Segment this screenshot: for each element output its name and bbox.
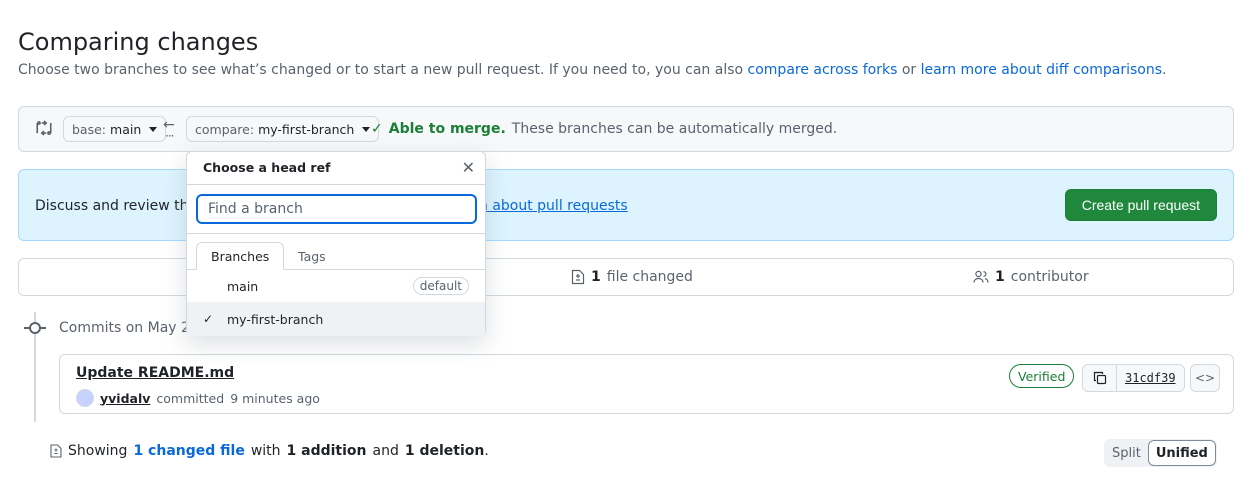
git-compare-icon xyxy=(36,120,52,136)
additions-count: 1 addition xyxy=(286,443,367,459)
caret-down-icon xyxy=(149,126,158,132)
changed-files-link[interactable]: 1 changed file xyxy=(133,443,244,459)
avatar[interactable] xyxy=(76,389,94,407)
diff-summary: Showing 1 changed file with 1 addition a… xyxy=(50,443,489,459)
split-view-button[interactable]: Split xyxy=(1105,440,1148,466)
and-label: and xyxy=(372,443,399,459)
dropdown-title: Choose a head ref xyxy=(203,160,331,175)
commit-title-link[interactable]: Update README.md xyxy=(76,365,234,381)
people-icon xyxy=(973,270,989,283)
branch-filter-input[interactable] xyxy=(196,194,477,224)
commit-author-link[interactable]: yvidalv xyxy=(100,391,150,406)
page-title: Comparing changes xyxy=(18,28,259,56)
merge-ok-label: Able to merge. xyxy=(388,121,506,137)
contributors-stat: 1 contributor xyxy=(973,269,1089,285)
dropdown-header: Choose a head ref ✕ xyxy=(187,152,485,185)
summary-period: . xyxy=(484,443,489,459)
files-changed-stat: 1 file changed xyxy=(571,269,693,285)
file-diff-icon xyxy=(50,444,62,458)
files-label: file changed xyxy=(606,269,693,285)
tab-branches[interactable]: Branches xyxy=(196,242,285,270)
create-pull-request-button[interactable]: Create pull request xyxy=(1064,189,1217,221)
git-commit-icon xyxy=(29,322,41,334)
range-editor: base: main ← ··· compare: my-first-branc… xyxy=(18,106,1234,152)
commit-action: committed xyxy=(156,390,225,406)
branch-name: main xyxy=(227,278,259,294)
subtitle-period: . xyxy=(1162,62,1167,78)
commit-sha-link[interactable]: 31cdf39 xyxy=(1117,365,1184,391)
merge-status-text: These branches can be automatically merg… xyxy=(511,121,838,137)
unified-view-button[interactable]: Unified xyxy=(1147,440,1216,466)
commit-time: 9 minutes ago xyxy=(230,390,320,406)
check-icon: ✓ xyxy=(371,121,383,137)
copy-sha-button[interactable] xyxy=(1083,365,1117,391)
compare-value: my-first-branch xyxy=(258,121,355,137)
base-branch-select[interactable]: base: main xyxy=(63,116,167,142)
close-icon[interactable]: ✕ xyxy=(462,158,475,177)
check-icon: ✓ xyxy=(203,312,214,326)
compare-across-forks-link[interactable]: compare across forks xyxy=(748,62,898,78)
browse-repository-button[interactable]: <> xyxy=(1190,364,1220,392)
commit-row: Update README.md yvidalv committed 9 min… xyxy=(59,354,1234,414)
code-icon: <> xyxy=(1194,371,1216,385)
subtitle-text: Choose two branches to see what’s change… xyxy=(18,62,744,78)
branch-item-my-first-branch[interactable]: ✓ my-first-branch xyxy=(187,303,485,336)
file-diff-icon xyxy=(571,269,585,285)
showing-label: Showing xyxy=(68,443,128,459)
diff-view-toggle: Split Unified xyxy=(1104,439,1217,467)
commits-date-header: Commits on May 22 xyxy=(59,320,199,336)
page-subtitle: Choose two branches to see what’s change… xyxy=(18,62,1166,78)
contributors-label: contributor xyxy=(1010,269,1089,285)
ellipsis-icon: ··· xyxy=(165,129,175,143)
learn-diff-link[interactable]: learn more about diff comparisons xyxy=(921,62,1162,78)
default-badge: default xyxy=(412,277,469,295)
contributors-count: 1 xyxy=(995,269,1005,285)
with-label: with xyxy=(250,443,281,459)
files-count: 1 xyxy=(591,269,601,285)
head-ref-dropdown: Choose a head ref ✕ Branches Tags main d… xyxy=(186,151,486,336)
info-text: Discuss and review the xyxy=(35,198,198,214)
dropdown-tabs: Branches Tags xyxy=(187,234,485,270)
merge-status: ✓ Able to merge. These branches can be a… xyxy=(371,121,837,137)
commit-sha-group: 31cdf39 xyxy=(1082,364,1185,392)
branch-item-main[interactable]: main default xyxy=(187,270,485,303)
dropdown-filter xyxy=(187,185,485,234)
compare-prefix: compare: xyxy=(195,121,255,137)
verified-badge[interactable]: Verified xyxy=(1009,364,1075,388)
compare-branch-select[interactable]: compare: my-first-branch xyxy=(186,116,380,142)
base-prefix: base: xyxy=(72,121,107,137)
copy-icon xyxy=(1093,371,1106,385)
deletions-count: 1 deletion xyxy=(404,443,485,459)
subtitle-or: or xyxy=(901,62,917,78)
caret-down-icon xyxy=(362,126,371,132)
branch-name: my-first-branch xyxy=(227,311,324,327)
learn-pull-requests-link[interactable]: n about pull requests xyxy=(479,198,628,214)
base-value: main xyxy=(110,121,142,137)
tab-tags[interactable]: Tags xyxy=(284,242,340,270)
commit-meta: yvidalv committed 9 minutes ago xyxy=(76,389,320,407)
